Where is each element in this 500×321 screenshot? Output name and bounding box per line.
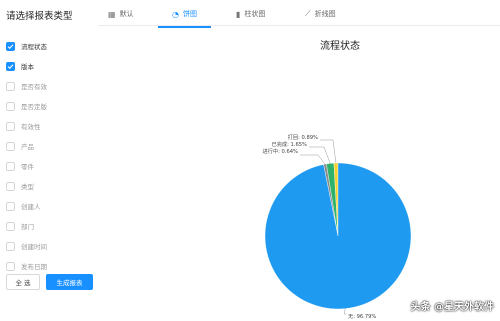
pie-slice[interactable] — [264, 162, 412, 310]
pie-slice-label: 已完成: 1.65% — [272, 140, 308, 148]
pie-label-leader — [343, 308, 346, 315]
pie-slice-label: 进行中: 0.64% — [263, 147, 299, 155]
watermark-text: 头条 @星天外软件 — [410, 302, 494, 313]
pie-chart: 进行中: 0.64%已完成: 1.65%打回: 0.89% 无: 96.79% — [263, 133, 412, 320]
pie-label-leader — [300, 154, 326, 165]
watermark: 头条 @星天外软件 — [411, 298, 494, 313]
pie-slice-label: 打回: 0.89% — [288, 133, 318, 141]
pie-label-leader — [320, 139, 337, 164]
pie-slice-label: 无: 96.79% — [348, 313, 376, 320]
